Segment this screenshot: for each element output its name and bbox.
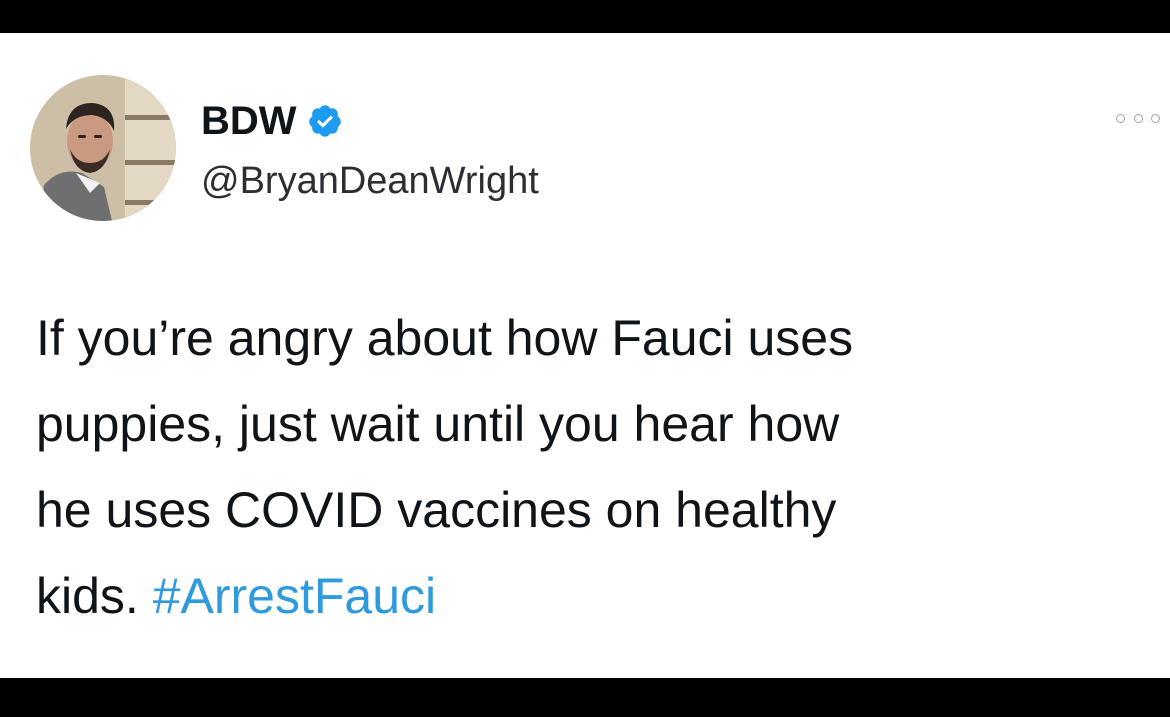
tweet-text-line: If you’re angry about how Fauci uses — [36, 310, 854, 366]
tweet-text-line: puppies, just wait until you hear how — [36, 396, 840, 452]
user-name-row: BDW — [201, 96, 343, 146]
more-dot-icon — [1151, 113, 1160, 123]
tweet-card[interactable]: BDW @BryanDeanWright If you’re angry abo… — [0, 33, 1170, 678]
display-name[interactable]: BDW — [201, 96, 297, 146]
avatar[interactable] — [30, 75, 176, 221]
hashtag-link[interactable]: #ArrestFauci — [153, 568, 436, 624]
tweet-text-line: he uses COVID vaccines on healthy — [36, 482, 837, 538]
tweet-text-line: kids. — [36, 568, 153, 624]
tweet-text: If you’re angry about how Fauci uses pup… — [36, 295, 1146, 639]
more-dot-icon — [1116, 113, 1125, 123]
more-options-icon[interactable] — [1116, 108, 1160, 128]
more-dot-icon — [1133, 113, 1143, 123]
verified-badge-icon — [307, 103, 343, 139]
screenshot-frame: BDW @BryanDeanWright If you’re angry abo… — [0, 0, 1170, 717]
user-handle[interactable]: @BryanDeanWright — [201, 158, 539, 204]
